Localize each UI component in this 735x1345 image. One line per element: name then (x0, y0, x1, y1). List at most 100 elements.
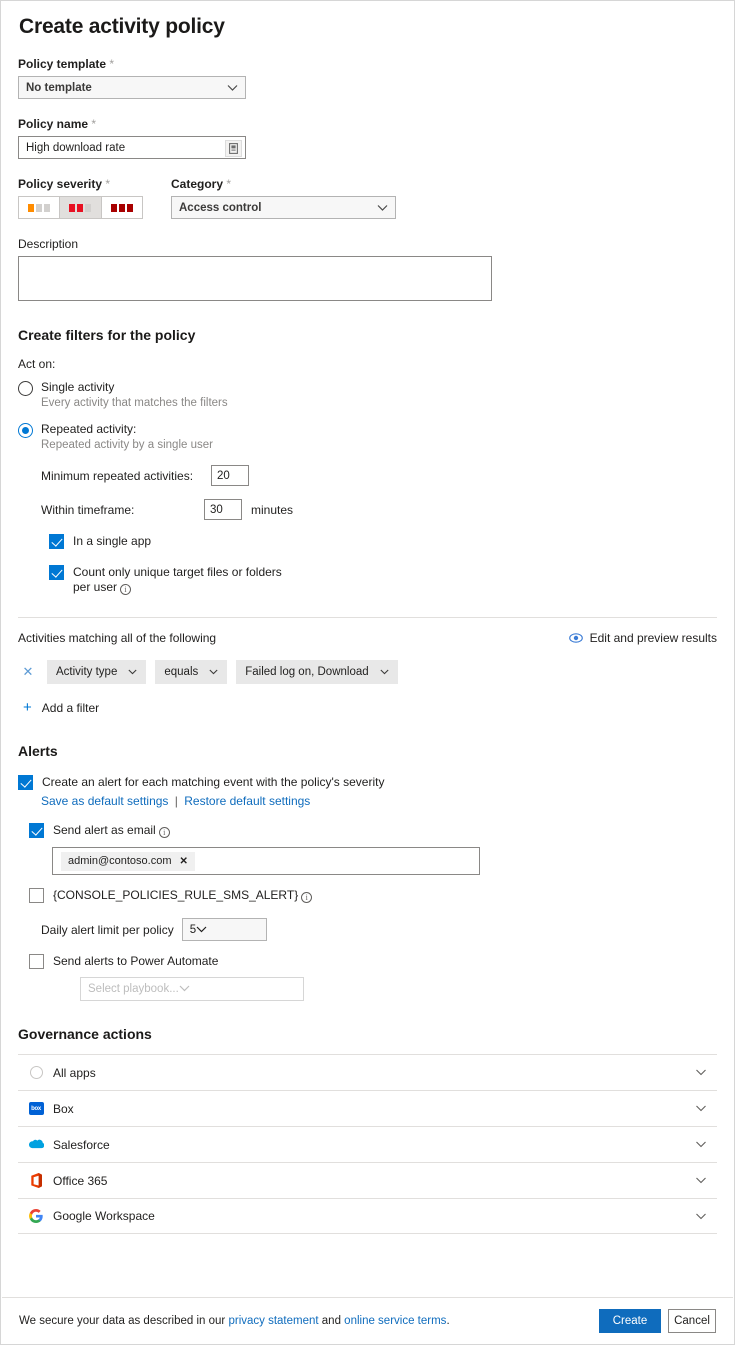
sms-alert-text-group: {CONSOLE_POLICIES_RULE_SMS_ALERT}i (53, 888, 312, 903)
radio-single-activity[interactable] (18, 381, 33, 396)
severity-bar (28, 204, 34, 212)
link-separator: | (175, 794, 178, 808)
single-app-checkbox-row[interactable]: In a single app (49, 534, 717, 549)
severity-category-row: Policy severity * (18, 177, 717, 219)
severity-option-medium[interactable] (60, 196, 101, 219)
category-label: Category * (171, 177, 396, 191)
cancel-button[interactable]: Cancel (668, 1309, 716, 1333)
timeframe-input[interactable]: 30 (204, 499, 242, 520)
governance-row-label: Office 365 (53, 1174, 695, 1188)
info-icon[interactable]: i (120, 584, 131, 595)
category-field: Category * Access control (171, 177, 396, 219)
filters-section-title: Create filters for the policy (18, 327, 717, 343)
edit-preview-results-label: Edit and preview results (590, 631, 717, 645)
policy-name-value: High download rate (26, 142, 125, 154)
send-email-label: Send alert as email (53, 823, 156, 837)
eye-icon (569, 633, 583, 643)
governance-row-office365[interactable]: Office 365 (18, 1162, 717, 1198)
policy-template-select[interactable]: No template (18, 76, 246, 99)
chevron-down-icon[interactable] (695, 1105, 707, 1112)
edit-preview-results-link[interactable]: Edit and preview results (569, 631, 717, 645)
chevron-down-icon[interactable] (695, 1141, 707, 1148)
act-on-single-text-group: Single activity Every activity that matc… (41, 380, 228, 410)
checkbox-power-automate[interactable] (29, 954, 44, 969)
sms-alert-checkbox-row[interactable]: {CONSOLE_POLICIES_RULE_SMS_ALERT}i (29, 888, 717, 903)
severity-bar (127, 204, 133, 212)
create-alert-label: Create an alert for each matching event … (42, 775, 384, 790)
power-automate-checkbox-row[interactable]: Send alerts to Power Automate (29, 954, 717, 969)
footer-text-after: . (446, 1315, 449, 1327)
required-asterisk: * (226, 177, 231, 191)
act-on-option-single[interactable]: Single activity Every activity that matc… (18, 380, 717, 410)
activities-heading: Activities matching all of the following (18, 631, 216, 645)
filter-operator-value: equals (164, 666, 198, 678)
chevron-down-icon (377, 204, 388, 211)
daily-limit-label: Daily alert limit per policy (41, 923, 174, 937)
category-label-text: Category (171, 177, 223, 191)
checkbox-in-single-app[interactable] (49, 534, 64, 549)
policy-template-label: Policy template * (18, 57, 717, 71)
filter-field-select[interactable]: Activity type (47, 660, 146, 684)
timeframe-label: Within timeframe: (41, 503, 204, 517)
governance-row-all-apps[interactable]: All apps (18, 1054, 717, 1090)
filter-operator-select[interactable]: equals (155, 660, 227, 684)
severity-option-high[interactable] (102, 196, 143, 219)
severity-bar (119, 204, 125, 212)
close-icon[interactable]: ✕ (18, 664, 38, 680)
playbook-select[interactable]: Select playbook... (80, 977, 304, 1001)
power-automate-label: Send alerts to Power Automate (53, 954, 218, 969)
chevron-down-icon[interactable] (695, 1069, 707, 1076)
save-default-settings-link[interactable]: Save as default settings (41, 794, 168, 808)
governance-row-google-workspace[interactable]: Google Workspace (18, 1198, 717, 1234)
radio-repeated-activity[interactable] (18, 423, 33, 438)
privacy-statement-link[interactable]: privacy statement (228, 1315, 318, 1327)
page-title: Create activity policy (19, 15, 717, 39)
act-on-option-repeated[interactable]: Repeated activity: Repeated activity by … (18, 422, 717, 452)
act-on-label: Act on: (18, 357, 717, 371)
office365-logo-icon (28, 1173, 44, 1189)
alerts-section-title: Alerts (18, 743, 717, 759)
chevron-down-icon[interactable] (695, 1213, 707, 1220)
act-on-repeated-text-group: Repeated activity: Repeated activity by … (41, 422, 213, 452)
policy-severity-label-text: Policy severity (18, 177, 102, 191)
policy-name-field: Policy name * High download rate (18, 117, 717, 159)
footer-bar: We secure your data as described in our … (2, 1297, 733, 1343)
category-select[interactable]: Access control (171, 196, 396, 219)
min-repeated-label: Minimum repeated activities: (41, 469, 211, 483)
severity-option-low[interactable] (18, 196, 60, 219)
daily-limit-select[interactable]: 5 (182, 918, 267, 941)
translate-icon[interactable] (225, 140, 242, 157)
severity-bar (85, 204, 91, 212)
checkbox-sms-alert[interactable] (29, 888, 44, 903)
filter-value-select[interactable]: Failed log on, Download (236, 660, 397, 684)
min-repeated-input[interactable]: 20 (211, 465, 249, 486)
plus-icon: + (23, 702, 32, 714)
send-email-checkbox-row[interactable]: Send alert as emaili (29, 823, 717, 838)
checkbox-unique-targets[interactable] (49, 565, 64, 580)
min-repeated-row: Minimum repeated activities: 20 (41, 465, 717, 486)
google-workspace-logo-icon (28, 1208, 44, 1224)
policy-name-input[interactable]: High download rate (18, 136, 246, 159)
info-icon[interactable]: i (159, 827, 170, 838)
info-icon[interactable]: i (301, 892, 312, 903)
governance-row-box[interactable]: box Box (18, 1090, 717, 1126)
chevron-down-icon[interactable] (695, 1177, 707, 1184)
severity-selector (18, 196, 143, 219)
act-on-repeated-desc: Repeated activity by a single user (41, 438, 213, 452)
restore-default-settings-link[interactable]: Restore default settings (184, 794, 310, 808)
online-service-terms-link[interactable]: online service terms (344, 1315, 446, 1327)
checkbox-create-alert[interactable] (18, 775, 33, 790)
section-divider (18, 617, 717, 618)
close-icon[interactable]: ✕ (180, 856, 188, 867)
unique-targets-checkbox-row[interactable]: Count only unique target files or folder… (49, 565, 717, 595)
checkbox-send-alert-email[interactable] (29, 823, 44, 838)
email-recipient-address: admin@contoso.com (68, 855, 172, 867)
governance-row-label: Salesforce (53, 1138, 695, 1152)
create-button[interactable]: Create (599, 1309, 661, 1333)
governance-row-salesforce[interactable]: Salesforce (18, 1126, 717, 1162)
email-recipients-input[interactable]: admin@contoso.com ✕ (52, 847, 480, 875)
create-alert-checkbox-row[interactable]: Create an alert for each matching event … (18, 775, 717, 790)
add-filter-button[interactable]: + Add a filter (23, 701, 717, 715)
policy-severity-field: Policy severity * (18, 177, 157, 219)
description-textarea[interactable] (18, 256, 492, 301)
